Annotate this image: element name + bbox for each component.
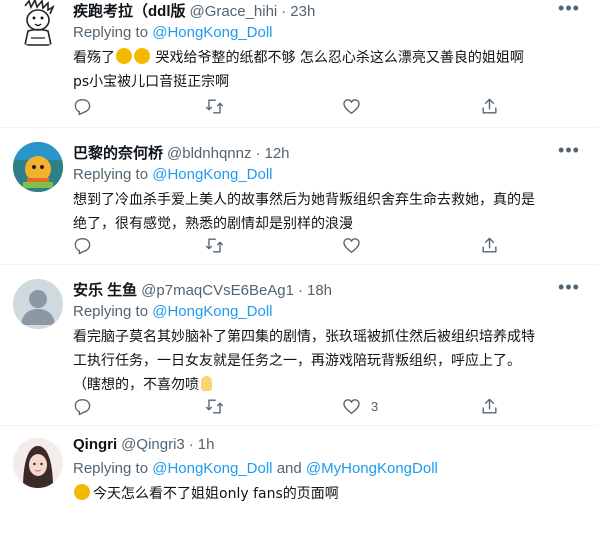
separator-dot: · bbox=[255, 145, 261, 162]
tweet-4[interactable]: Qingri @Qingri3 · 1h Replying to @HongKo… bbox=[0, 426, 598, 546]
default-avatar-icon bbox=[13, 279, 63, 329]
heart-icon bbox=[343, 399, 360, 415]
separator-dot: · bbox=[281, 3, 287, 20]
text-line: 看完脑子莫名其妙脑补了第四集的剧情，张玖瑶被抓住然后被组织培养成特 bbox=[73, 329, 535, 345]
replying-label: Replying to bbox=[73, 166, 153, 183]
retweet-icon bbox=[205, 99, 224, 114]
user-handle[interactable]: @p7maqCVsE6BeAg1 bbox=[141, 282, 294, 299]
avatar[interactable] bbox=[13, 142, 63, 192]
heart-icon bbox=[343, 238, 360, 254]
replying-label: Replying to bbox=[73, 303, 153, 320]
user-handle[interactable]: @Qingri3 bbox=[121, 436, 185, 453]
tweet-header: 巴黎的奈何桥 @bldnhqnnz · 12h bbox=[73, 142, 588, 164]
mention-link[interactable]: @MyHongKongDoll bbox=[306, 460, 438, 477]
user-handle[interactable]: @bldnhqnnz bbox=[167, 145, 251, 162]
tweet-3[interactable]: 安乐 生鱼 @p7maqCVsE6BeAg1 · 18h ••• Replyin… bbox=[0, 265, 598, 426]
reply-icon bbox=[74, 99, 91, 116]
like-button[interactable]: 3 bbox=[342, 397, 378, 416]
like-button[interactable] bbox=[342, 97, 371, 116]
replying-label: Replying to bbox=[73, 24, 153, 41]
text-line: 今天怎么看不了姐姐only fans的页面啊 bbox=[73, 482, 588, 506]
text-line: 工执行任务，一日女友就是任务之一，再游戏陪玩背叛组织，呼应上了。 bbox=[73, 353, 521, 369]
share-icon bbox=[482, 98, 497, 114]
like-count: 3 bbox=[371, 399, 379, 414]
mention-link[interactable]: @HongKong_Doll bbox=[152, 303, 272, 320]
tweet-header: Qingri @Qingri3 · 1h bbox=[73, 436, 588, 458]
text-segment: 看殇了 bbox=[73, 50, 115, 66]
tweet-text: 今天怎么看不了姐姐only fans的页面啊 bbox=[73, 482, 588, 506]
timestamp[interactable]: 23h bbox=[290, 3, 315, 20]
user-handle[interactable]: @Grace_hihi bbox=[190, 3, 278, 20]
share-button[interactable] bbox=[480, 97, 499, 116]
text-line: 想到了冷血杀手爱上美人的故事然后为她背叛组织舍弃生命去救她，真的是 bbox=[73, 192, 535, 208]
text-line: 绝了，很有感觉，熟悉的剧情却是别样的浪漫 bbox=[73, 216, 353, 232]
replying-to: Replying to @HongKong_Doll bbox=[73, 166, 588, 187]
mention-link[interactable]: @HongKong_Doll bbox=[152, 460, 272, 477]
timestamp[interactable]: 12h bbox=[264, 145, 289, 162]
retweet-icon bbox=[205, 238, 224, 253]
tweet-text: 看完脑子莫名其妙脑补了第四集的剧情，张玖瑶被抓住然后被组织培养成特 工执行任务，… bbox=[73, 325, 588, 397]
retweet-button[interactable] bbox=[205, 236, 234, 255]
timestamp[interactable]: 18h bbox=[307, 282, 332, 299]
text-line: （瞎想的，不喜勿喷 bbox=[73, 373, 588, 397]
like-button[interactable] bbox=[342, 236, 371, 255]
display-name[interactable]: 疾跑考拉（ddl版 bbox=[73, 0, 186, 21]
reply-timeline: 疾跑考拉（ddl版 @Grace_hihi · 23h ••• Replying… bbox=[0, 0, 598, 546]
more-icon[interactable]: ••• bbox=[558, 278, 580, 301]
avatar[interactable] bbox=[13, 438, 63, 488]
text-segment: 哭戏给爷整的纸都不够 怎么忍心杀这么漂亮又善良的姐姐啊 bbox=[151, 50, 524, 66]
tweet-1[interactable]: 疾跑考拉（ddl版 @Grace_hihi · 23h ••• Replying… bbox=[0, 0, 598, 128]
display-name[interactable]: 安乐 生鱼 bbox=[73, 279, 137, 300]
tweet-text: 想到了冷血杀手爱上美人的故事然后为她背叛组织舍弃生命去救她，真的是 绝了，很有感… bbox=[73, 188, 588, 236]
mention-link[interactable]: @HongKong_Doll bbox=[152, 166, 272, 183]
share-button[interactable] bbox=[480, 236, 499, 255]
tweet-header: 安乐 生鱼 @p7maqCVsE6BeAg1 · 18h bbox=[73, 279, 588, 301]
photo-avatar-icon bbox=[13, 438, 63, 488]
more-icon[interactable]: ••• bbox=[558, 0, 580, 22]
retweet-button[interactable] bbox=[205, 97, 234, 116]
replying-to: Replying to @HongKong_Doll bbox=[73, 303, 588, 324]
avatar[interactable] bbox=[13, 0, 63, 48]
reply-icon bbox=[74, 238, 91, 255]
retweet-button[interactable] bbox=[205, 397, 234, 416]
more-icon[interactable]: ••• bbox=[558, 141, 580, 164]
reply-button[interactable] bbox=[73, 236, 102, 255]
replying-to: Replying to @HongKong_Doll and @MyHongKo… bbox=[73, 460, 588, 481]
flushed-emoji-icon bbox=[74, 484, 90, 500]
tweet-text: 看殇了 哭戏给爷整的纸都不够 怎么忍心杀这么漂亮又善良的姐姐啊 ps小宝被儿口音… bbox=[73, 46, 588, 94]
text-line: ps小宝被儿口音挺正宗啊 bbox=[73, 74, 230, 90]
sketch-avatar-icon bbox=[13, 0, 63, 48]
share-icon bbox=[482, 237, 497, 253]
heart-icon bbox=[343, 99, 360, 115]
display-name[interactable]: 巴黎的奈何桥 bbox=[73, 142, 163, 163]
share-icon bbox=[482, 398, 497, 414]
text-segment: （瞎想的，不喜勿喷 bbox=[73, 377, 199, 393]
retweet-icon bbox=[205, 399, 224, 414]
separator-dot: · bbox=[297, 282, 303, 299]
share-button[interactable] bbox=[480, 397, 499, 416]
display-name[interactable]: Qingri bbox=[73, 436, 117, 453]
reply-icon bbox=[74, 399, 91, 416]
separator-dot: · bbox=[188, 436, 194, 453]
reply-button[interactable] bbox=[73, 397, 102, 416]
tweet-header: 疾跑考拉（ddl版 @Grace_hihi · 23h bbox=[73, 0, 588, 22]
and-label: and bbox=[272, 460, 306, 477]
crying-emoji-icon bbox=[116, 48, 132, 64]
mention-link[interactable]: @HongKong_Doll bbox=[152, 24, 272, 41]
replying-label: Replying to bbox=[73, 460, 153, 477]
reply-button[interactable] bbox=[73, 97, 102, 116]
timestamp[interactable]: 1h bbox=[198, 436, 215, 453]
replying-to: Replying to @HongKong_Doll bbox=[73, 24, 588, 45]
cartoon-avatar-icon bbox=[13, 142, 63, 192]
text-line: 看殇了 哭戏给爷整的纸都不够 怎么忍心杀这么漂亮又善良的姐姐啊 bbox=[73, 46, 588, 70]
tweet-2[interactable]: 巴黎的奈何桥 @bldnhqnnz · 12h ••• Replying to … bbox=[0, 128, 598, 265]
text-segment: 今天怎么看不了姐姐only fans的页面啊 bbox=[93, 486, 339, 502]
crying-emoji-icon bbox=[134, 48, 150, 64]
lightbulb-emoji-icon bbox=[201, 376, 212, 391]
avatar[interactable] bbox=[13, 279, 63, 329]
